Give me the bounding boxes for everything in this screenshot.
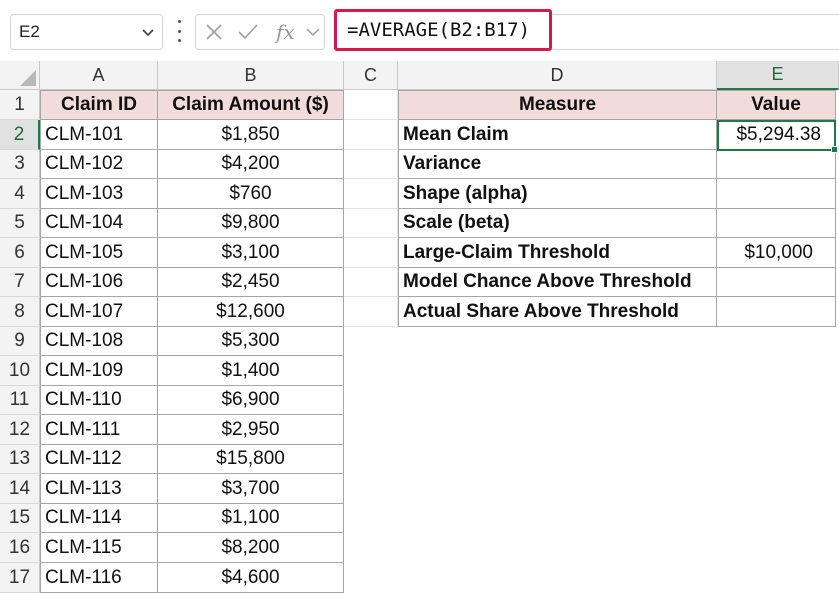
measure-label-cell[interactable]: Shape (alpha) xyxy=(398,179,717,209)
claim-amount-cell[interactable]: $5,300 xyxy=(158,327,344,356)
row-header-4[interactable]: 4 xyxy=(0,179,40,209)
claim-amount-cell[interactable]: $4,200 xyxy=(158,150,344,179)
claim-id-cell[interactable]: CLM-111 xyxy=(40,415,158,445)
measure-label-cell[interactable]: Large-Claim Threshold xyxy=(398,238,717,268)
claim-id-cell[interactable]: CLM-112 xyxy=(40,445,158,474)
measures-header-measure[interactable]: Measure xyxy=(398,90,717,120)
empty-cell[interactable] xyxy=(344,179,398,209)
row-header-17[interactable]: 17 xyxy=(0,563,40,593)
measure-value-cell[interactable]: $10,000 xyxy=(717,238,836,268)
name-box[interactable]: E2 xyxy=(10,14,163,50)
claim-id-cell[interactable]: CLM-103 xyxy=(40,179,158,209)
measure-label-cell[interactable]: Actual Share Above Threshold xyxy=(398,297,717,327)
row-header-8[interactable]: 8 xyxy=(0,297,40,327)
measure-label-cell[interactable]: Scale (beta) xyxy=(398,209,717,238)
claims-header-claim-id[interactable]: Claim ID xyxy=(40,90,158,120)
measure-value-cell[interactable] xyxy=(717,297,836,327)
claim-amount-cell[interactable]: $1,100 xyxy=(158,504,344,533)
row-header-9[interactable]: 9 xyxy=(0,327,40,356)
claim-id-cell[interactable]: CLM-114 xyxy=(40,504,158,533)
row-header-5[interactable]: 5 xyxy=(0,209,40,238)
measure-value-cell[interactable] xyxy=(717,150,836,179)
claim-amount-cell[interactable]: $9,800 xyxy=(158,209,344,238)
expand-chevron-icon[interactable] xyxy=(306,26,320,38)
claim-amount-cell[interactable]: $2,450 xyxy=(158,268,344,297)
row-header-16[interactable]: 16 xyxy=(0,533,40,563)
row-header-1[interactable]: 1 xyxy=(0,90,40,120)
claims-header-claim-amount[interactable]: Claim Amount ($) xyxy=(158,90,344,120)
empty-cell[interactable] xyxy=(344,209,398,238)
select-all-icon xyxy=(20,70,36,86)
claim-amount-cell[interactable]: $760 xyxy=(158,179,344,209)
claim-amount-cell[interactable]: $15,800 xyxy=(158,445,344,474)
column-header-c[interactable]: C xyxy=(344,61,398,90)
claim-amount-cell[interactable]: $3,700 xyxy=(158,474,344,504)
claim-id-cell[interactable]: CLM-106 xyxy=(40,268,158,297)
claim-id-cell[interactable]: CLM-115 xyxy=(40,533,158,563)
claim-id-cell[interactable]: CLM-107 xyxy=(40,297,158,327)
measure-value-cell[interactable] xyxy=(717,179,836,209)
claim-id-cell[interactable]: CLM-113 xyxy=(40,474,158,504)
row-header-12[interactable]: 12 xyxy=(0,415,40,445)
select-all-corner[interactable] xyxy=(0,61,40,90)
name-box-value: E2 xyxy=(19,22,40,41)
measure-value-cell[interactable] xyxy=(717,268,836,297)
claim-amount-cell[interactable]: $2,950 xyxy=(158,415,344,445)
claim-id-cell[interactable]: CLM-104 xyxy=(40,209,158,238)
empty-cell[interactable] xyxy=(344,268,398,297)
empty-cell[interactable] xyxy=(344,238,398,268)
claim-id-cell[interactable]: CLM-116 xyxy=(40,563,158,593)
cancel-icon[interactable] xyxy=(205,23,223,41)
claim-id-cell[interactable]: CLM-101 xyxy=(40,120,158,150)
column-header-d[interactable]: D xyxy=(398,61,717,90)
formula-input[interactable]: =AVERAGE(B2:B17) xyxy=(334,9,552,51)
claim-amount-cell[interactable]: $8,200 xyxy=(158,533,344,563)
measure-label-cell[interactable]: Model Chance Above Threshold xyxy=(398,268,717,297)
claim-amount-cell[interactable]: $12,600 xyxy=(158,297,344,327)
row-header-13[interactable]: 13 xyxy=(0,445,40,474)
column-header-e[interactable]: E xyxy=(717,61,839,90)
claim-id-cell[interactable]: CLM-110 xyxy=(40,386,158,415)
claim-id-cell[interactable]: CLM-102 xyxy=(40,150,158,179)
column-header-a[interactable]: A xyxy=(40,61,158,90)
claim-amount-cell[interactable]: $4,600 xyxy=(158,563,344,593)
measure-value-cell[interactable]: $5,294.38 xyxy=(717,120,836,150)
row-header-15[interactable]: 15 xyxy=(0,504,40,533)
claim-amount-cell[interactable]: $1,400 xyxy=(158,356,344,386)
row-header-6[interactable]: 6 xyxy=(0,238,40,268)
row-header-7[interactable]: 7 xyxy=(0,268,40,297)
row-header-14[interactable]: 14 xyxy=(0,474,40,504)
measure-value-cell[interactable] xyxy=(717,209,836,238)
measure-label-cell[interactable]: Variance xyxy=(398,150,717,179)
empty-cell[interactable] xyxy=(344,90,398,120)
claim-amount-cell[interactable]: $1,850 xyxy=(158,120,344,150)
claim-id-cell[interactable]: CLM-109 xyxy=(40,356,158,386)
measure-label-cell[interactable]: Mean Claim xyxy=(398,120,717,150)
claim-amount-cell[interactable]: $6,900 xyxy=(158,386,344,415)
empty-cell[interactable] xyxy=(344,150,398,179)
more-options-icon[interactable] xyxy=(174,20,184,42)
formula-actions: fx xyxy=(195,14,325,50)
formula-input-extension[interactable] xyxy=(552,14,839,50)
measures-header-value[interactable]: Value xyxy=(717,90,836,120)
empty-cell[interactable] xyxy=(344,120,398,150)
empty-cell[interactable] xyxy=(344,297,398,327)
row-header-3[interactable]: 3 xyxy=(0,150,40,179)
fill-handle[interactable] xyxy=(831,146,838,153)
chevron-down-icon[interactable] xyxy=(140,24,156,40)
claim-id-cell[interactable]: CLM-108 xyxy=(40,327,158,356)
row-header-10[interactable]: 10 xyxy=(0,356,40,386)
claim-amount-cell[interactable]: $3,100 xyxy=(158,238,344,268)
enter-check-icon[interactable] xyxy=(237,23,259,41)
insert-function-icon[interactable]: fx xyxy=(276,20,295,44)
claim-id-cell[interactable]: CLM-105 xyxy=(40,238,158,268)
row-header-2[interactable]: 2 xyxy=(0,120,40,150)
column-header-b[interactable]: B xyxy=(158,61,344,90)
formula-bar: E2 fx =AVERAGE(B2:B17) xyxy=(0,0,839,61)
row-header-11[interactable]: 11 xyxy=(0,386,40,415)
